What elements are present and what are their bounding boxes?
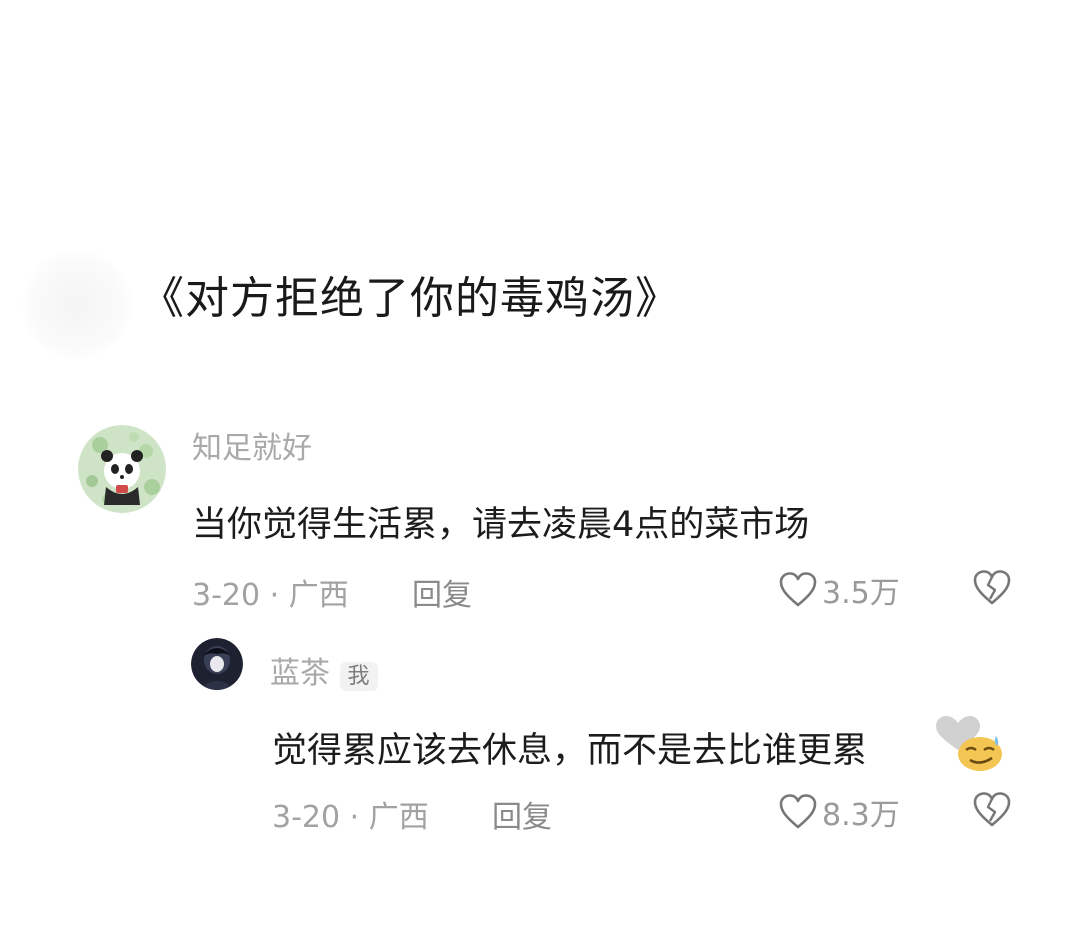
author-badge: 我 — [339, 662, 378, 691]
meta-separator: · — [349, 800, 360, 835]
broken-heart-icon — [972, 791, 1012, 829]
comment-text: 当你觉得生活累，请去凌晨4点的菜市场 — [192, 505, 810, 545]
comment-date: 3-20 — [272, 800, 341, 835]
comment-meta: 3-20 · 广西 — [272, 792, 429, 836]
dislike-button[interactable] — [972, 791, 1012, 829]
dislike-button[interactable] — [972, 569, 1012, 607]
meta-separator: · — [269, 578, 280, 613]
like-count: 3.5万 — [822, 576, 900, 611]
avatar[interactable] — [78, 425, 166, 513]
like-button[interactable]: 3.5万 — [778, 568, 900, 612]
smirk-emoji-icon — [924, 706, 1008, 776]
comment-location: 广西 — [288, 578, 349, 613]
like-button[interactable]: 8.3万 — [778, 790, 900, 834]
like-count: 8.3万 — [822, 798, 900, 833]
heart-outline-icon — [778, 793, 818, 831]
heart-outline-icon — [778, 571, 818, 609]
background-smudge — [22, 250, 132, 360]
reply-button[interactable]: 回复 — [492, 792, 552, 836]
comment-text: 觉得累应该去休息，而不是去比谁更累 — [272, 731, 868, 771]
reply-button[interactable]: 回复 — [412, 570, 472, 614]
comment-username-text: 蓝茶 — [270, 656, 330, 691]
comment-date: 3-20 — [192, 578, 261, 613]
comment-username[interactable]: 知足就好 — [192, 423, 312, 467]
avatar[interactable] — [191, 638, 243, 690]
broken-heart-icon — [972, 569, 1012, 607]
comment-meta: 3-20 · 广西 — [192, 570, 349, 614]
post-title: 《对方拒绝了你的毒鸡汤》 — [140, 273, 680, 324]
comment-location: 广西 — [368, 800, 429, 835]
comment-username[interactable]: 蓝茶 我 — [270, 648, 378, 692]
